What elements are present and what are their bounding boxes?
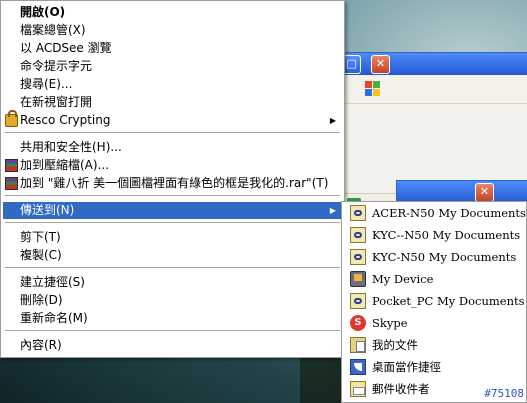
send-to-kyc-n50[interactable]: KYC-N50 My Documents [344, 246, 524, 268]
send-to-acer-n50[interactable]: ACER-N50 My Documents [344, 202, 526, 224]
menu-item-label: 建立捷徑(S) [20, 275, 85, 289]
submenu-item-label: My Device [372, 272, 434, 286]
menu-item-open-new-window[interactable]: 在新視窗打開 [3, 94, 342, 111]
menu-item-rename[interactable]: 重新命名(M) [3, 310, 342, 327]
send-to-submenu: ACER-N50 My Documents KYC--N50 My Docume… [341, 201, 527, 403]
sync-documents-icon [350, 293, 366, 309]
menu-item-label: 共用和安全性(H)... [20, 140, 122, 154]
submenu-item-label: 郵件收件者 [372, 382, 430, 396]
menu-item-label: 開啟(O) [20, 5, 66, 19]
menu-item-command-prompt[interactable]: 命令提示字元 [3, 58, 342, 75]
menu-separator [5, 330, 340, 331]
send-to-kyc-n50-dash[interactable]: KYC--N50 My Documents [344, 224, 524, 246]
menu-separator [5, 132, 340, 133]
menu-item-resco-crypting[interactable]: Resco Crypting ▶ [3, 110, 342, 129]
menu-separator [5, 267, 340, 268]
menu-item-delete[interactable]: 刪除(D) [3, 292, 342, 309]
menu-separator [5, 195, 340, 196]
submenu-arrow-icon: ▶ [329, 116, 336, 125]
submenu-arrow-icon: ▶ [329, 206, 336, 215]
send-to-skype[interactable]: S Skype [344, 312, 524, 334]
winrar-icon [5, 177, 18, 190]
mobile-device-icon [350, 271, 366, 287]
menu-item-label: 命令提示字元 [20, 59, 93, 73]
send-to-my-device[interactable]: My Device [344, 268, 524, 290]
menu-item-add-to-archive[interactable]: 加到壓縮檔(A)... [3, 157, 342, 174]
close-button[interactable]: ✕ [371, 55, 390, 74]
submenu-item-label: KYC-N50 My Documents [372, 250, 517, 264]
submenu-item-label: ACER-N50 My Documents [372, 206, 526, 220]
menu-item-label: 內容(R) [20, 338, 62, 352]
submenu-item-label: 我的文件 [372, 338, 418, 352]
image-tag: #75108 [484, 387, 524, 400]
submenu-item-label: KYC--N50 My Documents [372, 228, 521, 242]
lock-icon [5, 110, 18, 127]
menu-item-label: 加到 "雞八折 美一個圖檔裡面有綠色的框是我化的.rar"(T) [20, 176, 329, 190]
menu-item-add-to-rar[interactable]: 加到 "雞八折 美一個圖檔裡面有綠色的框是我化的.rar"(T) [3, 175, 342, 192]
sync-documents-icon [350, 205, 366, 221]
menu-item-open[interactable]: 開啟(O) [3, 4, 342, 21]
submenu-item-label: Skype [372, 316, 408, 330]
window-toolbar [339, 75, 527, 104]
menu-item-label: 在新視窗打開 [20, 95, 93, 109]
menu-item-cut[interactable]: 剪下(T) [3, 229, 342, 246]
menu-item-properties[interactable]: 內容(R) [3, 337, 342, 354]
menu-item-label: 複製(C) [20, 248, 62, 262]
mail-recipient-icon [350, 381, 366, 397]
menu-item-label: 加到壓縮檔(A)... [20, 158, 110, 172]
menu-item-create-shortcut[interactable]: 建立捷徑(S) [3, 274, 342, 291]
menu-item-label: 傳送到(N) [20, 203, 75, 217]
menu-item-label: 剪下(T) [20, 230, 61, 244]
menu-item-label: 搜尋(E)... [20, 77, 73, 91]
submenu-item-label: Pocket_PC My Documents [372, 294, 525, 308]
menu-item-label: 以 ACDSee 瀏覽 [20, 41, 112, 55]
close-button-2[interactable]: ✕ [475, 183, 494, 202]
menu-item-send-to[interactable]: 傳送到(N) ▶ [3, 202, 342, 219]
window-titlebar[interactable]: □ ✕ [339, 53, 527, 75]
menu-separator [5, 222, 340, 223]
send-to-my-documents[interactable]: 我的文件 [344, 334, 524, 356]
send-to-desktop-shortcut[interactable]: 桌面當作捷徑 [344, 356, 524, 378]
skype-icon: S [350, 315, 366, 331]
menu-item-label: Resco Crypting [20, 113, 111, 127]
menu-item-acdsee[interactable]: 以 ACDSee 瀏覽 [3, 40, 342, 57]
menu-item-explorer[interactable]: 檔案總管(X) [3, 22, 342, 39]
desktop-shortcut-icon [350, 359, 366, 375]
menu-item-label: 重新命名(M) [20, 311, 88, 325]
windows-logo-icon [365, 81, 381, 97]
context-menu: 開啟(O) 檔案總管(X) 以 ACDSee 瀏覽 命令提示字元 搜尋(E)..… [0, 0, 345, 358]
menu-item-label: 檔案總管(X) [20, 23, 86, 37]
sync-documents-icon [350, 227, 366, 243]
sync-documents-icon [350, 249, 366, 265]
submenu-item-label: 桌面當作捷徑 [372, 360, 441, 374]
my-documents-icon [350, 337, 366, 353]
menu-item-search[interactable]: 搜尋(E)... [3, 76, 342, 93]
menu-item-sharing-security[interactable]: 共用和安全性(H)... [3, 139, 342, 156]
send-to-pocket-pc[interactable]: Pocket_PC My Documents [344, 290, 525, 312]
winrar-icon [5, 159, 18, 172]
menu-item-copy[interactable]: 複製(C) [3, 247, 342, 264]
menu-item-label: 刪除(D) [20, 293, 63, 307]
